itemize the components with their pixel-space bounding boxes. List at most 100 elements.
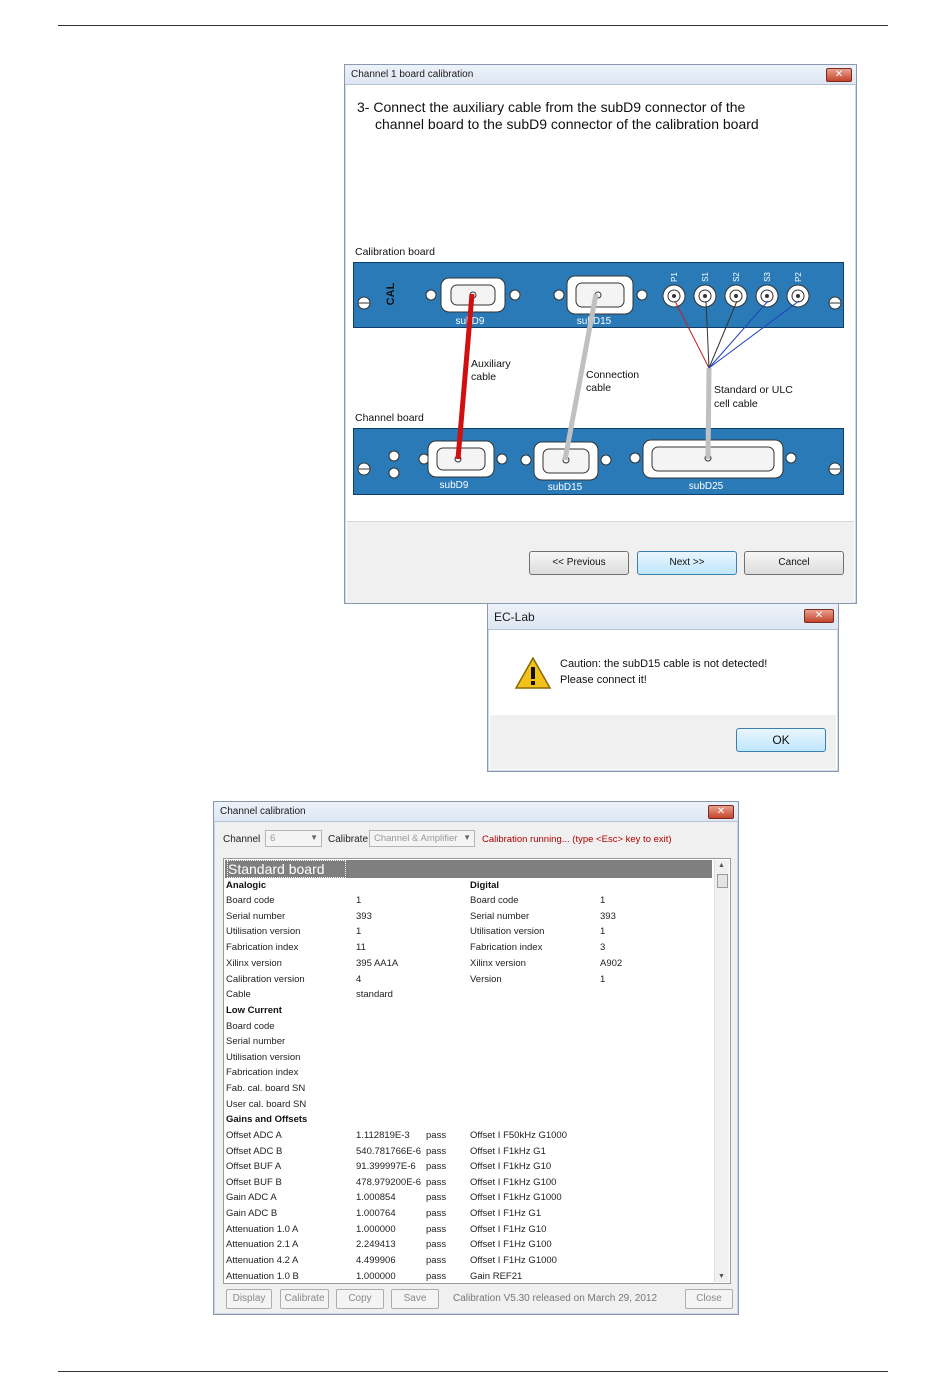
section-title: Standard board [225, 860, 712, 878]
section-title-text: Standard board [227, 860, 346, 878]
calibration-results-panel: Standard board Analogic Digital Board co… [223, 858, 731, 1284]
gain-key-right: Offset I F1kHz G100 [470, 1177, 557, 1188]
gain-key-right: Gain REF21 [470, 1271, 523, 1282]
gain-status: pass [426, 1271, 447, 1282]
calib-title-bar: Channel calibration ✕ [214, 802, 738, 822]
analogic-value: 1 [356, 926, 362, 937]
calibrate-button[interactable]: Calibrate [280, 1289, 329, 1309]
gain-value: 1.000854 [356, 1192, 396, 1203]
eclab-message-line-1: Caution: the subD15 cable is not detecte… [560, 658, 768, 670]
cell-cable [705, 367, 712, 460]
channel-calibration-window: Channel calibration ✕ Channel 6 ▼ Calibr… [213, 801, 739, 1315]
cell-cable-wires [674, 300, 800, 369]
analogic-key: Xilinx version [226, 958, 282, 969]
calibration-wizard-window: Channel 1 board calibration ✕ 3- Connect… [344, 64, 857, 604]
digital-value: 1 [600, 926, 606, 937]
analogic-key: Serial number [226, 911, 286, 922]
gain-status: pass [426, 1239, 447, 1250]
digital-key: Serial number [470, 911, 530, 922]
analogic-value: 4 [356, 974, 362, 985]
digital-key: Board code [470, 895, 519, 906]
digital-key: Utilisation version [470, 926, 545, 937]
eclab-close-button[interactable]: ✕ [804, 609, 834, 623]
low-current-key: Fabrication index [226, 1067, 299, 1078]
calibration-status: Calibration running... (type <Esc> key t… [482, 834, 672, 845]
low-current-key: Serial number [226, 1036, 286, 1047]
gain-status: pass [426, 1255, 447, 1266]
digital-key: Xilinx version [470, 958, 526, 969]
cell-cable-label-2: cell cable [714, 398, 758, 410]
analogic-key: Cable [226, 989, 251, 1000]
analogic-value: 393 [356, 911, 372, 922]
gain-key-right: Offset I F1kHz G10 [470, 1161, 552, 1172]
scrollbar-thumb[interactable] [717, 874, 728, 888]
gain-value: 1.000000 [356, 1271, 396, 1282]
gain-value: 4.499906 [356, 1255, 396, 1266]
channel-select[interactable]: 6 ▼ [265, 830, 322, 847]
digital-value: 1 [600, 895, 606, 906]
warning-icon [514, 656, 552, 689]
gain-key: Attenuation 1.0 A [226, 1224, 299, 1235]
digital-value: A902 [600, 958, 623, 969]
ok-button[interactable]: OK [736, 728, 826, 752]
gain-status: pass [426, 1177, 447, 1188]
cables-drawing: Auxiliary cable Connection cable Standar… [455, 293, 800, 461]
analogic-key: Board code [226, 895, 275, 906]
gain-value: 2.249413 [356, 1239, 396, 1250]
cancel-button[interactable]: Cancel [744, 551, 844, 575]
previous-button[interactable]: << Previous [529, 551, 629, 575]
gain-key: Attenuation 4.2 A [226, 1255, 299, 1266]
gain-key: Attenuation 2.1 A [226, 1239, 299, 1250]
display-button[interactable]: Display [226, 1289, 272, 1309]
gain-key-right: Offset I F1kHz G1000 [470, 1192, 562, 1203]
channel-select-value: 6 [270, 833, 276, 844]
copy-button[interactable]: Copy [336, 1289, 384, 1309]
scroll-down-icon[interactable]: ▼ [718, 1273, 725, 1280]
eclab-button-area: OK [490, 715, 836, 769]
analogic-key: Utilisation version [226, 926, 301, 937]
next-button[interactable]: Next >> [637, 551, 737, 575]
gain-status: pass [426, 1130, 447, 1141]
gain-key-right: Offset I F1Hz G10 [470, 1224, 547, 1235]
chevron-down-icon: ▼ [310, 833, 318, 842]
calibrate-select-value: Channel & Amplifier [374, 833, 458, 844]
gain-key-right: Offset I F1Hz G100 [470, 1239, 552, 1250]
eclab-message-line-2: Please connect it! [560, 674, 647, 686]
eclab-warning-dialog: EC-Lab ✕ Caution: the subD15 cable is no… [487, 603, 839, 772]
connection-cable-label-2: cable [586, 382, 611, 394]
gain-value: 540.781766E-6 [356, 1146, 421, 1157]
gain-key: Offset BUF B [226, 1177, 282, 1188]
gain-status: pass [426, 1192, 447, 1203]
release-info: Calibration V5.30 released on March 29, … [453, 1293, 658, 1304]
calib-close-button[interactable]: ✕ [708, 805, 734, 819]
scroll-up-icon[interactable]: ▲ [718, 862, 725, 869]
gain-key-right: Offset I F1Hz G1000 [470, 1255, 557, 1266]
gain-value: 91.399997E-6 [356, 1161, 416, 1172]
low-current-key: User cal. board SN [226, 1099, 307, 1110]
gain-key: Gain ADC A [226, 1192, 277, 1203]
header-rule [58, 25, 888, 26]
digital-value: 1 [600, 974, 606, 985]
chevron-down-icon: ▼ [463, 833, 471, 842]
close-button[interactable]: Close [685, 1289, 733, 1309]
connection-cable-label-1: Connection [586, 369, 639, 381]
auxiliary-cable-label-1: Auxiliary [471, 358, 511, 370]
results-scrollbar[interactable]: ▲ ▼ [714, 860, 729, 1282]
calib-title: Channel calibration [220, 806, 306, 817]
gain-status: pass [426, 1224, 447, 1235]
eclab-title: EC-Lab [494, 610, 535, 624]
gain-value: 1.112819E-3 [356, 1130, 410, 1141]
low-current-key: Fab. cal. board SN [226, 1083, 306, 1094]
low-current-key: Board code [226, 1021, 275, 1032]
low-current-header: Low Current [226, 1005, 282, 1016]
analogic-value: 395 AA1A [356, 958, 399, 969]
eclab-title-bar: EC-Lab ✕ [488, 604, 838, 630]
gain-key: Gain ADC B [226, 1208, 278, 1219]
low-current-key: Utilisation version [226, 1052, 301, 1063]
digital-value: 3 [600, 942, 606, 953]
calibrate-select[interactable]: Channel & Amplifier ▼ [369, 830, 475, 847]
wizard-footer: << Previous Next >> Cancel [347, 521, 854, 603]
gain-key-right: Offset I F1kHz G1 [470, 1146, 546, 1157]
save-button[interactable]: Save [391, 1289, 439, 1309]
calibrate-label: Calibrate [328, 834, 369, 845]
